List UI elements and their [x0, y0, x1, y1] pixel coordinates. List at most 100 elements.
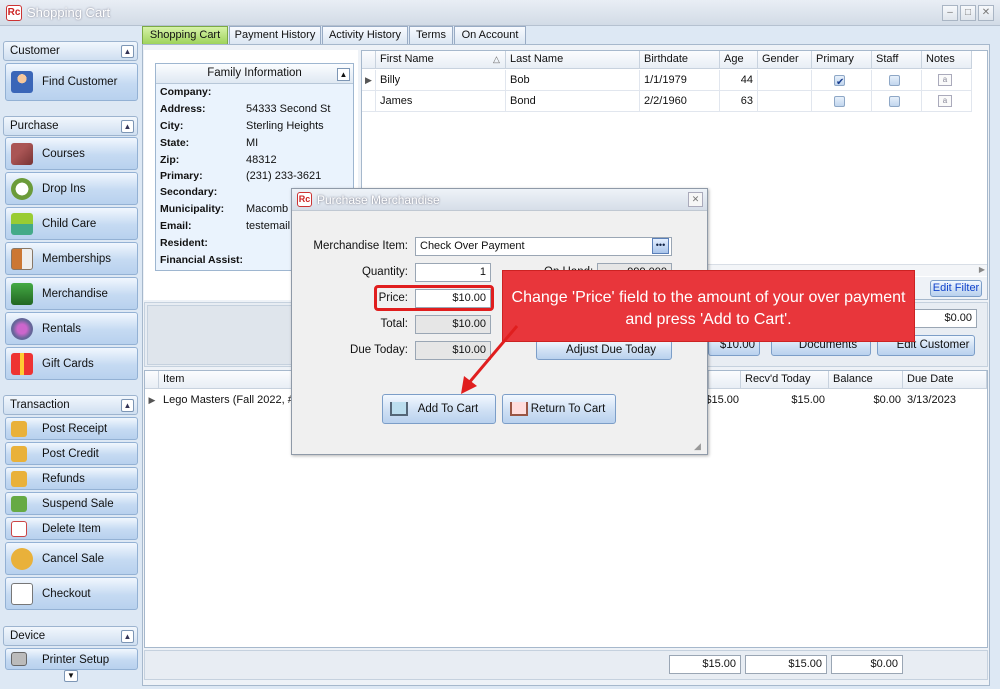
col-notes[interactable]: Notes [922, 51, 972, 69]
section-customer[interactable]: Customer ▲ [3, 41, 138, 61]
refunds-button[interactable]: Refunds [5, 467, 138, 490]
member-last[interactable]: Bob [506, 70, 640, 91]
member-age[interactable]: 44 [720, 70, 758, 91]
close-icon[interactable]: ✕ [688, 192, 703, 207]
nav-label: Courses [42, 148, 85, 160]
staff-checkbox[interactable] [889, 75, 900, 86]
nav-label: Printer Setup [42, 654, 110, 666]
nav-label: Post Credit [42, 448, 99, 460]
resize-grip-icon[interactable]: ◢ [694, 441, 701, 452]
member-birth[interactable]: 2/2/1960 [640, 91, 720, 112]
total-label: Total: [380, 318, 409, 330]
total-recvd: $15.00 [745, 655, 827, 674]
gift-icon [11, 353, 33, 375]
primary-checkbox[interactable] [834, 73, 845, 93]
col-primary[interactable]: Primary [812, 51, 872, 69]
col-price[interactable] [709, 371, 741, 389]
cancel-sale-button[interactable]: Cancel Sale [5, 542, 138, 575]
col-staff[interactable]: Staff [872, 51, 922, 69]
tab-payment-history[interactable]: Payment History [229, 26, 321, 44]
member-first[interactable]: Billy [376, 70, 506, 91]
find-customer-button[interactable]: Find Customer [5, 63, 138, 101]
close-button[interactable]: ✕ [978, 5, 994, 21]
col-balance[interactable]: Balance [829, 371, 903, 389]
balance-field: $0.00 [907, 309, 977, 328]
collapse-icon[interactable]: ▲ [337, 68, 350, 81]
maximize-button[interactable]: □ [960, 5, 976, 21]
col-due-date[interactable]: Due Date [903, 371, 987, 389]
family-field-label: Municipality: [160, 203, 225, 215]
scroll-down-icon[interactable]: ▼ [64, 670, 78, 682]
section-label: Transaction [10, 399, 70, 411]
col-birthdate[interactable]: Birthdate [640, 51, 720, 69]
courses-button[interactable]: Courses [5, 137, 138, 170]
gift-cards-button[interactable]: Gift Cards [5, 347, 138, 380]
printer-setup-button[interactable]: Printer Setup [5, 648, 138, 670]
collapse-icon[interactable]: ▲ [121, 120, 134, 133]
member-gender[interactable] [758, 91, 812, 112]
post-receipt-button[interactable]: Post Receipt [5, 417, 138, 440]
member-gender[interactable] [758, 70, 812, 91]
cart-add-icon [390, 402, 408, 416]
family-field-label: Financial Assist: [160, 254, 244, 266]
col-gender[interactable]: Gender [758, 51, 812, 69]
cart-recvd: $15.00 [791, 394, 825, 406]
family-field-value: (231) 233-3621 [246, 170, 322, 182]
browse-icon[interactable]: ••• [652, 238, 669, 254]
collapse-icon[interactable]: ▲ [121, 399, 134, 412]
instruction-callout: Change 'Price' field to the amount of yo… [502, 270, 915, 342]
merch-item-field[interactable]: Check Over Payment [415, 237, 672, 256]
col-first-name[interactable]: First Name [376, 51, 506, 69]
dialog-title-bar: Rc Purchase Merchandise ✕ [292, 189, 707, 211]
member-primary-cell [812, 91, 872, 112]
member-age[interactable]: 63 [720, 91, 758, 112]
merchandise-button[interactable]: Merchandise [5, 277, 138, 310]
quantity-field[interactable]: 1 [415, 263, 491, 282]
cart-icon [510, 402, 528, 416]
section-label: Purchase [10, 120, 59, 132]
rentals-button[interactable]: Rentals [5, 312, 138, 345]
section-device[interactable]: Device ▲ [3, 626, 138, 646]
nav-label: Refunds [42, 473, 85, 485]
tab-terms[interactable]: Terms [409, 26, 453, 44]
col-recvd-today[interactable]: Recv'd Today [741, 371, 829, 389]
minimize-button[interactable]: – [942, 5, 958, 21]
book-icon [11, 143, 33, 165]
delete-item-button[interactable]: Delete Item [5, 517, 138, 540]
checkout-button[interactable]: Checkout [5, 577, 138, 610]
col-age[interactable]: Age [720, 51, 758, 69]
staff-checkbox[interactable] [889, 96, 900, 107]
section-purchase[interactable]: Purchase ▲ [3, 116, 138, 136]
member-last[interactable]: Bond [506, 91, 640, 112]
coins-icon [11, 548, 33, 570]
tab-on-account[interactable]: On Account [454, 26, 526, 44]
cart-balance: $0.00 [873, 394, 901, 406]
family-field-label: Address: [160, 103, 206, 115]
collapse-icon[interactable]: ▲ [121, 45, 134, 58]
col-last-name[interactable]: Last Name [506, 51, 640, 69]
family-field-value: 54333 Second St [246, 103, 331, 115]
post-credit-button[interactable]: Post Credit [5, 442, 138, 465]
primary-checkbox[interactable] [834, 96, 845, 107]
member-birth[interactable]: 1/1/1979 [640, 70, 720, 91]
edit-filter-button[interactable]: Edit Filter [930, 280, 982, 297]
family-field-value: Sterling Heights [246, 120, 324, 132]
member-first[interactable]: James [376, 91, 506, 112]
suspend-sale-button[interactable]: Suspend Sale [5, 492, 138, 515]
note-icon[interactable]: a [938, 95, 952, 107]
coins-icon [11, 421, 27, 437]
note-icon[interactable]: a [938, 74, 952, 86]
section-transaction[interactable]: Transaction ▲ [3, 395, 138, 415]
tab-activity-history[interactable]: Activity History [322, 26, 408, 44]
drop-ins-button[interactable]: Drop Ins [5, 172, 138, 205]
family-field-value: testemail [246, 220, 291, 232]
collapse-icon[interactable]: ▲ [121, 630, 134, 643]
family-field-label: Company: [160, 86, 212, 98]
child-care-button[interactable]: Child Care [5, 207, 138, 240]
cart-delete-icon [11, 521, 27, 537]
family-field-label: Secondary: [160, 186, 218, 198]
memberships-button[interactable]: Memberships [5, 242, 138, 275]
tab-shopping-cart[interactable]: Shopping Cart [142, 26, 228, 44]
coins-icon [11, 471, 27, 487]
adjust-due-today-button[interactable]: Adjust Due Today [536, 340, 672, 360]
